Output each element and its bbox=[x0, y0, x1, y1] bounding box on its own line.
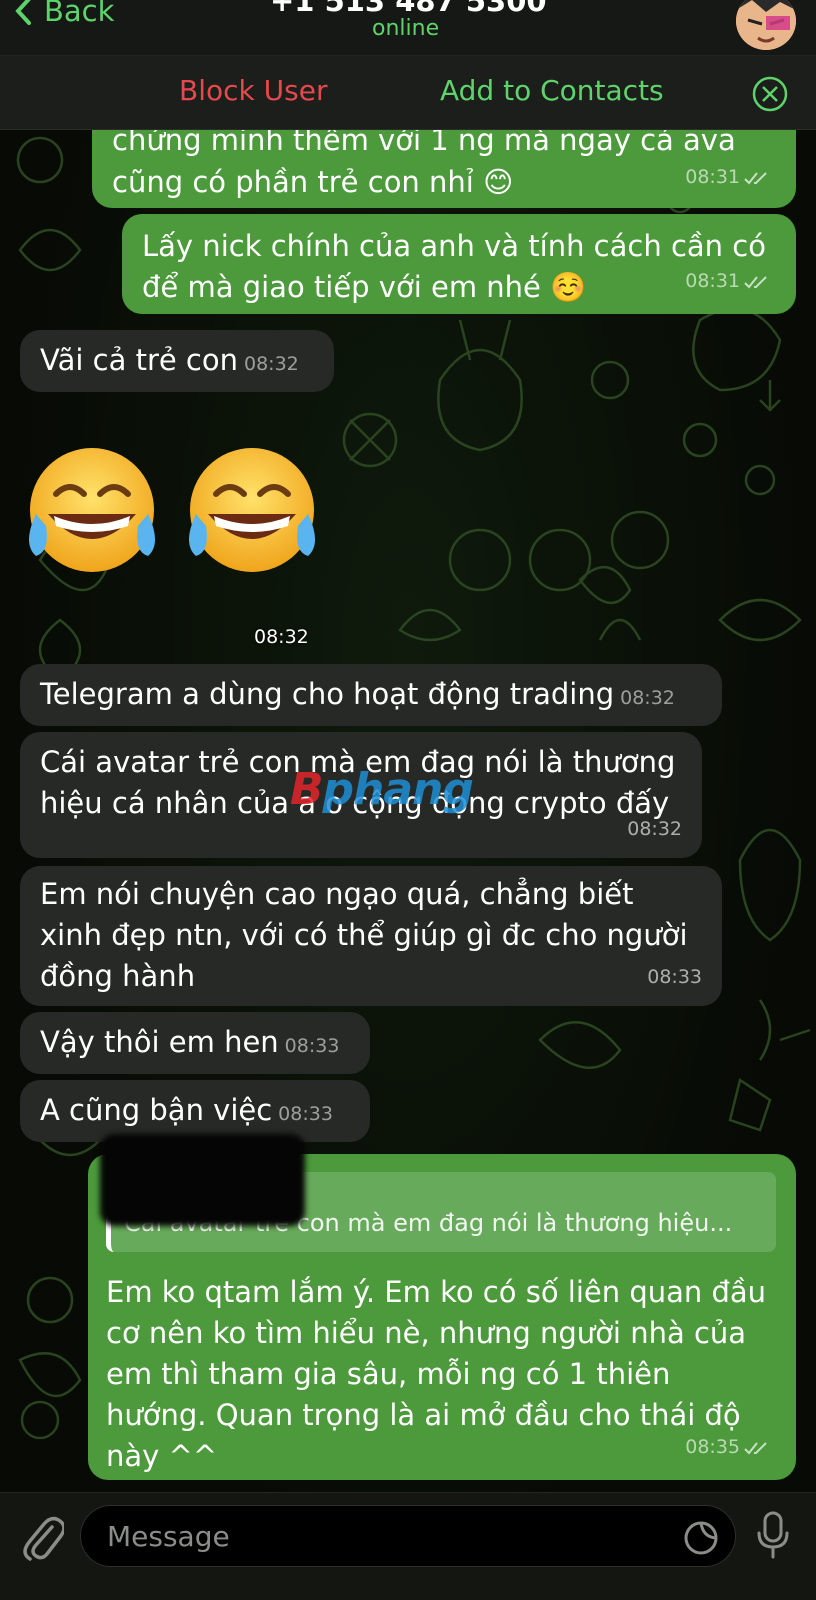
double-check-icon bbox=[744, 171, 767, 184]
message-line: cũng có phần trẻ con nhỉ 😊 bbox=[112, 165, 514, 199]
message-bubble-outgoing[interactable]: chứng minh thêm với 1 ng mà ngay cả ava … bbox=[92, 110, 796, 208]
message-bubble-outgoing[interactable]: Lấy nick chính của anh và tính cách cần … bbox=[122, 214, 796, 314]
message-time: 08:33 bbox=[647, 966, 702, 988]
message-bubble-incoming[interactable]: Em nói chuyện cao ngạo quá, chẳng biết x… bbox=[20, 866, 722, 1006]
message-line: này ^^ bbox=[106, 1439, 218, 1473]
message-line: hướng. Quan trọng là ai mở đầu cho thái … bbox=[106, 1398, 741, 1432]
message-line: Em ko qtam lắm ý. Em ko có số liên quan … bbox=[106, 1275, 767, 1309]
message-line: cơ nên ko tìm hiểu nè, nhưng người nhà c… bbox=[106, 1316, 747, 1350]
message-text: Vậy thôi em hen bbox=[40, 1025, 279, 1059]
message-bubble-incoming[interactable]: Vậy thôi em hen 08:33 bbox=[20, 1012, 370, 1074]
message-text: A cũng bận việc bbox=[40, 1093, 273, 1127]
avatar[interactable] bbox=[736, 0, 796, 50]
message-text: Telegram a dùng cho hoạt động trading bbox=[40, 677, 615, 711]
message-time: 08:31 bbox=[685, 261, 770, 302]
redaction-block bbox=[100, 1134, 305, 1226]
message-bubble-incoming[interactable]: A cũng bận việc 08:33 bbox=[20, 1080, 370, 1142]
back-label: Back bbox=[44, 0, 115, 28]
message-time: 08:32 bbox=[254, 626, 309, 648]
message-line: để mà giao tiếp với em nhé ☺️ bbox=[142, 270, 587, 304]
double-check-icon bbox=[744, 1441, 767, 1454]
message-time: 08:31 bbox=[685, 157, 770, 198]
back-button[interactable]: Back bbox=[14, 0, 114, 28]
message-time: 08:32 bbox=[627, 818, 682, 840]
laughing-tears-emoji-icon bbox=[189, 448, 315, 572]
message-composer: Message bbox=[0, 1492, 816, 1600]
contact-status: online bbox=[372, 16, 440, 41]
message-time: 08:32 bbox=[244, 353, 299, 375]
double-check-icon bbox=[744, 275, 767, 288]
message-time: 08:35 bbox=[685, 1427, 770, 1468]
microphone-icon[interactable] bbox=[756, 1511, 790, 1561]
close-icon[interactable] bbox=[752, 76, 788, 112]
message-input[interactable]: Message bbox=[80, 1505, 736, 1567]
message-line: em thì tham gia sâu, mỗi ng có 1 thiên bbox=[106, 1357, 671, 1391]
message-text: Vãi cả trẻ con bbox=[40, 343, 238, 377]
message-line: Em nói chuyện cao ngạo quá, chẳng biết bbox=[40, 877, 634, 911]
laughing-tears-emoji-icon bbox=[29, 448, 155, 572]
add-to-contacts-button[interactable]: Add to Contacts bbox=[440, 74, 664, 107]
paperclip-icon[interactable] bbox=[22, 1515, 64, 1561]
message-time: 08:33 bbox=[284, 1035, 340, 1057]
block-user-button[interactable]: Block User bbox=[179, 74, 327, 107]
message-time: 08:33 bbox=[278, 1103, 333, 1125]
message-line: xinh đẹp ntn, với có thể giúp gì đc cho … bbox=[40, 918, 688, 952]
message-bubble-incoming[interactable]: Vãi cả trẻ con 08:32 bbox=[20, 330, 334, 392]
watermark-logo: Bphang bbox=[290, 764, 474, 815]
message-line: đồng hành bbox=[40, 959, 196, 993]
sticker-icon[interactable] bbox=[683, 1520, 719, 1556]
chat-header: Back +1 513 487 5300 online bbox=[0, 0, 816, 56]
message-placeholder: Message bbox=[107, 1520, 230, 1553]
message-line: Lấy nick chính của anh và tính cách cần … bbox=[142, 229, 766, 263]
chevron-left-icon bbox=[15, 0, 31, 25]
message-line: chứng minh thêm với 1 ng mà ngay cả ava bbox=[112, 123, 736, 157]
message-bubble-incoming[interactable]: Telegram a dùng cho hoạt động trading 08:… bbox=[20, 664, 722, 726]
message-time: 08:32 bbox=[620, 687, 675, 709]
